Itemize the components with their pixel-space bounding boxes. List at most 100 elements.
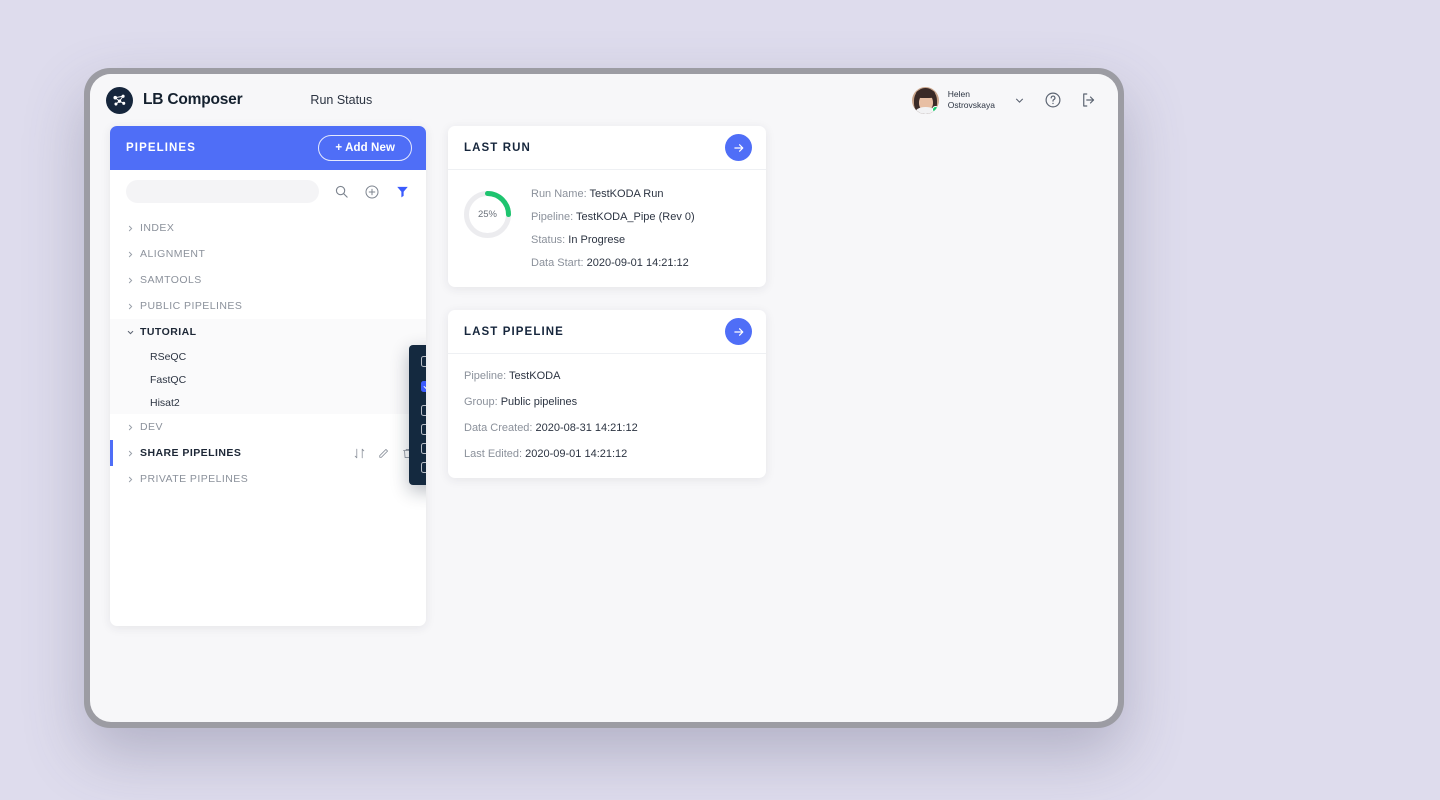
last-run-card-header: LAST RUN xyxy=(448,126,766,170)
last-run-fields: Run Name: TestKODA Run Pipeline: TestKODA… xyxy=(531,186,695,269)
sort-icon[interactable] xyxy=(353,447,366,460)
field-row: Status: In Progrese xyxy=(531,234,695,246)
page-title: PIPELINES xyxy=(126,142,196,154)
tree-item-private-pipelines[interactable]: PRIVATE PIPELINES xyxy=(110,466,426,492)
help-circle-icon[interactable] xyxy=(1044,91,1062,109)
field-key: Pipeline: xyxy=(531,211,574,223)
tree-child-rseqc[interactable]: RSeQC xyxy=(110,345,426,368)
app-window: LB Composer Run Status Helen Ostrovskaya xyxy=(90,74,1118,722)
chevron-right-icon[interactable] xyxy=(126,302,138,311)
nav-item-run-status[interactable]: Run Status xyxy=(310,93,372,107)
tree-item-share-pipelines[interactable]: SHARE PIPELINES xyxy=(110,440,426,466)
chevron-right-icon[interactable] xyxy=(126,250,138,259)
field-row: Run Name: TestKODA Run xyxy=(531,188,695,200)
chevron-down-icon[interactable] xyxy=(1013,94,1026,107)
avatar xyxy=(911,86,939,114)
checkbox[interactable] xyxy=(421,462,426,473)
add-new-button[interactable]: + Add New xyxy=(318,135,412,161)
chevron-right-icon[interactable] xyxy=(126,475,138,484)
pipelines-panel: PIPELINES + Add New INDEX ALIGNMENT SAMT… xyxy=(110,126,426,626)
checkbox[interactable] xyxy=(421,443,426,454)
field-value: 2020-09-01 14:21:12 xyxy=(522,448,628,460)
tree-child-fastqc[interactable]: FastQC xyxy=(110,368,426,391)
pipelines-panel-header: PIPELINES + Add New xyxy=(110,126,426,170)
field-key: Pipeline: xyxy=(464,370,507,382)
field-key: Data Created: xyxy=(464,422,533,434)
tree-child-label: FastQC xyxy=(150,373,187,386)
progress-donut: 25% xyxy=(462,189,513,240)
device-frame: LB Composer Run Status Helen Ostrovskaya xyxy=(84,68,1124,728)
filter-option-waiting-approval[interactable]: Waiting approval xyxy=(409,371,426,401)
filter-dropdown: AdminWaiting approvalPrivatePublicTest g… xyxy=(409,345,426,485)
tree-item-alignment[interactable]: ALIGNMENT xyxy=(110,241,426,267)
molecule-network-icon xyxy=(106,86,133,114)
chevron-right-icon[interactable] xyxy=(126,449,138,458)
status-dot-online xyxy=(931,105,939,113)
field-key: Last Edited: xyxy=(464,448,523,460)
field-value: 2020-09-01 14:21:12 xyxy=(583,257,689,269)
tree-child-hisat2[interactable]: Hisat2 xyxy=(110,391,426,414)
tree-item-label: SAMTOOLS xyxy=(140,274,202,286)
last-run-arrow-button[interactable] xyxy=(725,134,752,161)
tree-item-label: PUBLIC PIPELINES xyxy=(140,300,243,312)
chevron-right-icon[interactable] xyxy=(126,423,138,432)
last-pipeline-fields: Pipeline: TestKODA Group: Public pipeline… xyxy=(464,370,750,460)
field-value: 2020-08-31 14:21:12 xyxy=(532,422,638,434)
tree-item-dev[interactable]: DEV xyxy=(110,414,426,440)
search-icon[interactable] xyxy=(334,184,349,199)
filter-option-share[interactable]: Share xyxy=(409,458,426,477)
last-pipeline-title: LAST PIPELINE xyxy=(464,325,564,338)
tree-item-label: PRIVATE PIPELINES xyxy=(140,473,249,485)
field-key: Run Name: xyxy=(531,188,587,200)
search-input[interactable] xyxy=(126,180,319,203)
brand-name: LB Composer xyxy=(143,91,243,108)
chevron-right-icon[interactable] xyxy=(126,224,138,233)
top-bar: LB Composer Run Status Helen Ostrovskaya xyxy=(90,74,1118,126)
filter-funnel-icon[interactable] xyxy=(395,184,410,199)
tree-item-public-pipelines[interactable]: PUBLIC PIPELINES xyxy=(110,293,426,319)
last-run-card: LAST RUN 25% Run Name: TestKODA Run Pipe… xyxy=(448,126,766,287)
last-run-title: LAST RUN xyxy=(464,141,531,154)
tree-item-label: DEV xyxy=(140,421,163,433)
checkbox[interactable] xyxy=(421,356,426,367)
user-last-name: Ostrovskaya xyxy=(947,100,995,110)
tree-item-index[interactable]: INDEX xyxy=(110,215,426,241)
checkbox[interactable] xyxy=(421,424,426,435)
tree-item-label: ALIGNMENT xyxy=(140,248,206,260)
field-row: Data Start: 2020-09-01 14:21:12 xyxy=(531,257,695,269)
last-run-card-body: 25% Run Name: TestKODA Run Pipeline: Test… xyxy=(448,170,766,287)
plus-circle-icon[interactable] xyxy=(364,184,380,200)
cards-column: LAST RUN 25% Run Name: TestKODA Run Pipe… xyxy=(448,126,766,626)
logout-icon[interactable] xyxy=(1080,91,1098,109)
checkbox[interactable] xyxy=(421,405,426,416)
filter-option-admin[interactable]: Admin xyxy=(409,352,426,371)
brand[interactable]: LB Composer xyxy=(106,86,243,114)
filter-option-public[interactable]: Public xyxy=(409,420,426,439)
progress-label: 25% xyxy=(477,209,497,220)
tree-row-actions xyxy=(353,447,414,460)
field-value: TestKODA_Pipe (Rev 0) xyxy=(573,211,695,223)
field-key: Status: xyxy=(531,234,566,246)
edit-pencil-icon[interactable] xyxy=(377,447,390,460)
filter-option-private[interactable]: Private xyxy=(409,401,426,420)
tree-child-label: RSeQC xyxy=(150,350,187,363)
tree-item-label: SHARE PIPELINES xyxy=(140,447,242,459)
user-menu[interactable]: Helen Ostrovskaya xyxy=(911,86,995,114)
last-pipeline-card-body: Pipeline: TestKODA Group: Public pipeline… xyxy=(448,354,766,478)
last-pipeline-arrow-button[interactable] xyxy=(725,318,752,345)
field-row: Pipeline: TestKODA xyxy=(464,370,750,382)
chevron-right-icon[interactable] xyxy=(126,276,138,285)
field-value: Public pipelines xyxy=(497,396,578,408)
last-pipeline-card: LAST PIPELINE Pipeline: TestKODA Group: P… xyxy=(448,310,766,478)
filter-option-test-group[interactable]: Test group xyxy=(409,439,426,458)
field-row: Pipeline: TestKODA_Pipe (Rev 0) xyxy=(531,211,695,223)
tree-item-label: TUTORIAL xyxy=(140,326,197,338)
chevron-down-icon[interactable] xyxy=(126,328,138,337)
checkbox[interactable] xyxy=(421,380,426,392)
tree-item-tutorial[interactable]: TUTORIAL xyxy=(110,319,426,345)
tree-item-samtools[interactable]: SAMTOOLS xyxy=(110,267,426,293)
field-key: Data Start: xyxy=(531,257,584,269)
top-bar-right: Helen Ostrovskaya xyxy=(911,86,1098,114)
field-value: TestKODA xyxy=(506,370,561,382)
field-key: Group: xyxy=(464,396,498,408)
